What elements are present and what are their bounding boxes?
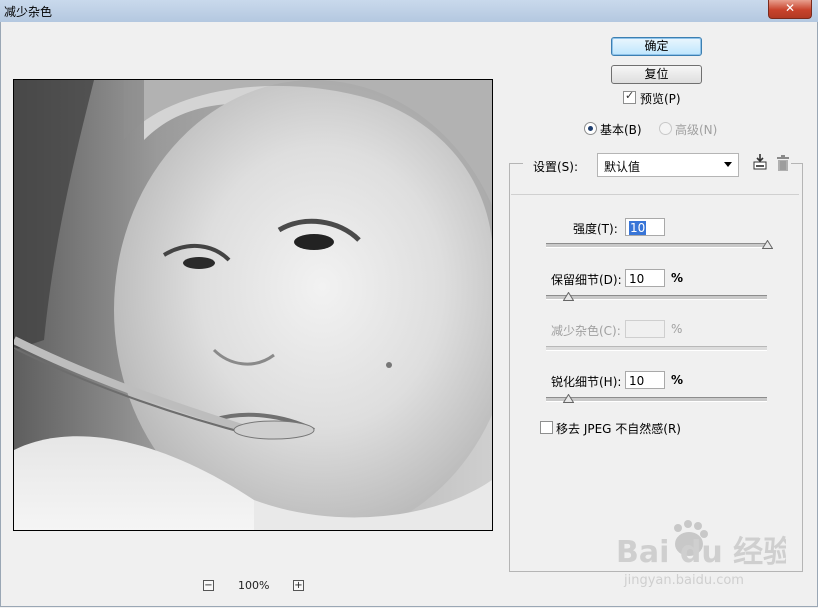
reduce-color-noise-label: 减少杂色(C): <box>551 324 621 338</box>
plus-icon: + <box>294 580 303 591</box>
advanced-mode-label: 高级(N) <box>675 123 718 137</box>
ok-button[interactable]: 确定 <box>611 37 702 56</box>
remove-jpeg-artifact-label: 移去 JPEG 不自然感(R) <box>556 422 681 436</box>
dropdown-arrow-icon <box>724 162 732 167</box>
sharpen-details-slider-thumb[interactable] <box>562 394 574 403</box>
watermark-brand: Bai du 经验 <box>616 535 786 570</box>
strength-value: 10 <box>629 221 647 235</box>
minus-icon: − <box>204 580 213 591</box>
reduce-color-noise-slider-track[interactable] <box>546 346 767 351</box>
strength-slider-thumb[interactable] <box>761 240 773 249</box>
preserve-details-input[interactable]: 10 <box>625 269 665 287</box>
group-border <box>791 163 802 164</box>
group-border <box>509 163 523 164</box>
settings-selected-value: 默认值 <box>604 160 641 174</box>
close-button[interactable]: ✕ <box>768 0 812 19</box>
portrait-photo <box>14 80 492 530</box>
save-settings-icon[interactable] <box>752 154 770 172</box>
close-icon: ✕ <box>784 1 796 15</box>
preserve-details-slider-track[interactable] <box>546 295 767 300</box>
advanced-mode-radio[interactable] <box>659 122 672 135</box>
sharpen-details-input[interactable]: 10 <box>625 371 665 389</box>
sharpen-details-slider-track[interactable] <box>546 397 767 402</box>
preserve-details-slider-thumb[interactable] <box>562 292 574 301</box>
strength-label: 强度(T): <box>573 222 618 236</box>
title-bar: 减少杂色 ✕ <box>0 0 818 23</box>
preserve-details-unit: % <box>671 271 684 285</box>
zoom-level: 100% <box>238 579 270 592</box>
reduce-color-noise-input[interactable] <box>625 320 665 338</box>
remove-jpeg-artifact-checkbox[interactable] <box>540 421 553 434</box>
baidu-jingyan-watermark: Bai du 经验 jingyan.baidu.com <box>616 520 786 588</box>
settings-label: 设置(S): <box>533 160 579 174</box>
preview-label: 预览(P) <box>640 92 681 106</box>
basic-mode-label: 基本(B) <box>600 123 642 137</box>
zoom-out-button[interactable]: − <box>203 580 214 591</box>
preserve-details-label: 保留细节(D): <box>551 273 622 287</box>
reset-button[interactable]: 复位 <box>611 65 702 84</box>
watermark-url: jingyan.baidu.com <box>623 573 744 588</box>
radio-selected-dot <box>588 126 593 131</box>
checkmark-icon: ✓ <box>625 89 635 102</box>
strength-slider-track[interactable] <box>546 243 767 248</box>
basic-mode-radio[interactable] <box>584 122 597 135</box>
preview-checkbox[interactable]: ✓ <box>623 89 636 104</box>
preview-image[interactable] <box>13 79 493 531</box>
divider <box>511 194 799 195</box>
strength-input[interactable]: 10 <box>625 218 665 236</box>
window-title: 减少杂色 <box>4 5 53 19</box>
zoom-in-button[interactable]: + <box>293 580 304 591</box>
reduce-color-noise-unit: % <box>671 322 683 336</box>
sharpen-details-unit: % <box>671 373 684 387</box>
trash-icon[interactable] <box>776 155 790 171</box>
settings-dropdown[interactable]: 默认值 <box>597 153 739 177</box>
sharpen-details-label: 锐化细节(H): <box>551 375 622 389</box>
